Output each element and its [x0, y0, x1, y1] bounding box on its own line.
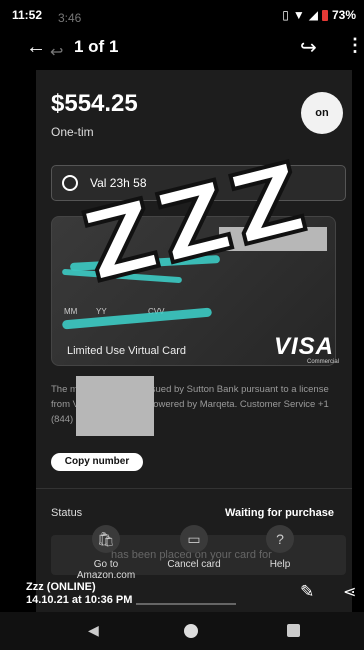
card-label: Limited Use Virtual Card — [67, 345, 187, 357]
photo-back-icon: ↩ — [50, 44, 64, 61]
back-arrow-icon[interactable]: ← — [26, 36, 46, 59]
nav-label-secondary: Amazon.com — [76, 570, 136, 581]
bag-icon: 🛍 — [92, 525, 120, 553]
signal-icon: ◢ — [308, 8, 318, 22]
clock-icon — [62, 175, 78, 191]
nav-back-icon[interactable]: ◀ — [88, 622, 99, 639]
battery-icon — [321, 9, 328, 21]
card-type-subtitle: One-tim — [51, 125, 94, 139]
copy-number-button[interactable]: Copy number — [51, 453, 143, 471]
vibrate-icon: ▯ — [282, 8, 289, 22]
cancel-card-button[interactable]: ▭ Cancel card — [154, 525, 234, 570]
nav-label: Help — [269, 559, 291, 570]
media-progress-bar — [136, 603, 236, 605]
status-bar: 11:52 3:46 ▯ ▼ ◢ 73% — [0, 0, 364, 30]
amazon-logo: on — [301, 92, 343, 134]
forward-icon[interactable]: ↪ — [300, 35, 317, 60]
visa-commercial-label: Commercial — [307, 359, 340, 365]
battery-percent: 73% — [331, 8, 356, 22]
image-counter: 1 of 1 — [74, 37, 119, 56]
sender-name: Zzz (ONLINE) — [26, 581, 96, 593]
card-icon: ▭ — [180, 525, 208, 553]
viewer-toolbar: ← ↩ 1 of 1 ↪ ⋮ — [0, 30, 364, 66]
divider — [36, 488, 352, 489]
edit-brush-icon[interactable]: ✎ — [300, 582, 314, 602]
help-button[interactable]: ? Help — [240, 525, 320, 570]
card-amount: $554.25 — [51, 90, 138, 117]
more-options-icon[interactable]: ⋮ — [346, 35, 364, 56]
nav-label: Go to — [93, 559, 119, 570]
help-icon: ? — [266, 525, 294, 553]
status-icons: ▯ ▼ ◢ 73% — [282, 8, 356, 22]
sender-caption: Zzz (ONLINE) 14.10.21 at 10:36 PM — [26, 581, 132, 607]
wifi-icon: ▼ — [292, 8, 305, 22]
status-label: Status — [51, 507, 83, 519]
shared-image: $554.25 One-tim on Val 23h 58 MM YY CVV … — [36, 70, 352, 630]
visa-logo: VISA — [274, 333, 335, 360]
photo-clock-time: 3:46 — [58, 11, 82, 25]
redaction-box — [76, 376, 154, 436]
scribble-redaction — [61, 307, 213, 330]
share-icon[interactable]: ⋖ — [343, 582, 356, 602]
go-to-amazon-button[interactable]: 🛍 Go to Amazon.com — [66, 525, 146, 581]
system-navigation-bar: ◀ — [0, 612, 364, 650]
expiry-year-label: YY — [96, 307, 107, 316]
nav-recents-icon[interactable] — [287, 624, 300, 637]
clock-time: 11:52 — [12, 8, 43, 22]
nav-home-icon[interactable] — [184, 624, 198, 638]
sent-timestamp: 14.10.21 at 10:36 PM — [26, 594, 133, 606]
expiry-month-label: MM — [64, 307, 78, 316]
status-value: Waiting for purchase — [225, 507, 334, 519]
nav-label: Cancel card — [167, 559, 221, 570]
